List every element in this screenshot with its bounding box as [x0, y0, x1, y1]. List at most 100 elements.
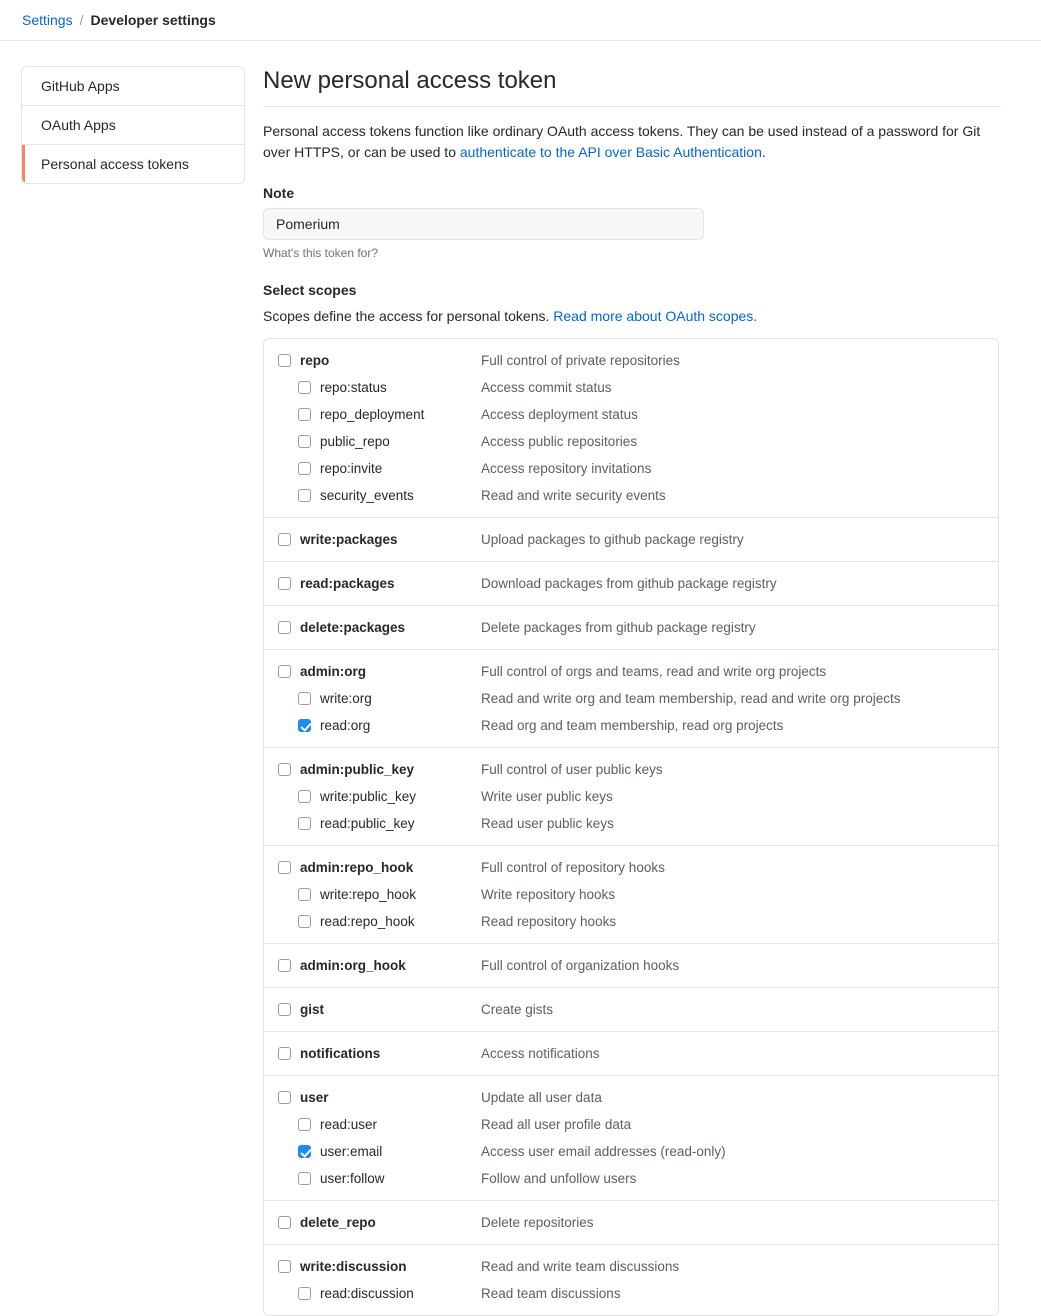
scope-description: Access notifications: [481, 1046, 600, 1061]
scope-label: read:user: [320, 1117, 378, 1132]
sidebar-item-label: OAuth Apps: [41, 117, 116, 133]
scope-row[interactable]: write:org Read and write org and team mem…: [264, 685, 998, 712]
scope-row[interactable]: user Update all user data: [264, 1084, 998, 1111]
scope-group: admin:repo_hook Full control of repositor…: [264, 846, 998, 944]
scope-group: write:packages Upload packages to github …: [264, 518, 998, 562]
scope-checkbox-repo[interactable]: [278, 354, 291, 367]
scope-checkbox-user-email[interactable]: [298, 1145, 311, 1158]
scope-row[interactable]: delete:packages Delete packages from gith…: [264, 614, 998, 641]
scope-label: read:public_key: [320, 816, 415, 831]
scope-checkbox-read-public-key[interactable]: [298, 817, 311, 830]
scope-checkbox-write-org[interactable]: [298, 692, 311, 705]
note-input[interactable]: [263, 208, 704, 240]
scope-description: Follow and unfollow users: [481, 1171, 637, 1186]
scope-row[interactable]: read:packages Download packages from gith…: [264, 570, 998, 597]
scope-row[interactable]: repo:status Access commit status: [264, 374, 998, 401]
scope-checkbox-read-packages[interactable]: [278, 577, 291, 590]
scope-label: admin:org_hook: [300, 958, 406, 973]
scope-checkbox-write-discussion[interactable]: [278, 1260, 291, 1273]
scope-row[interactable]: read:repo_hook Read repository hooks: [264, 908, 998, 935]
scope-checkbox-public-repo[interactable]: [298, 435, 311, 448]
oauth-scopes-doc-link[interactable]: Read more about OAuth scopes.: [553, 308, 757, 324]
scope-description: Full control of user public keys: [481, 762, 663, 777]
scope-name-cell: read:org: [264, 716, 481, 735]
scope-description: Read all user profile data: [481, 1117, 632, 1132]
scope-row[interactable]: repo:invite Access repository invitations: [264, 455, 998, 482]
select-scopes-heading: Select scopes: [263, 282, 357, 298]
scope-checkbox-repo-invite[interactable]: [298, 462, 311, 475]
scope-row[interactable]: admin:public_key Full control of user pub…: [264, 756, 998, 783]
note-label: Note: [263, 185, 295, 201]
scope-checkbox-security-events[interactable]: [298, 489, 311, 502]
scope-label: gist: [300, 1002, 325, 1017]
sidebar-item-personal-access-tokens[interactable]: Personal access tokens: [22, 145, 244, 183]
scope-row[interactable]: read:org Read org and team membership, re…: [264, 712, 998, 739]
scope-checkbox-read-repo-hook[interactable]: [298, 915, 311, 928]
scope-label: write:packages: [300, 532, 398, 547]
scope-row[interactable]: repo_deployment Access deployment status: [264, 401, 998, 428]
scope-label: notifications: [300, 1046, 381, 1061]
scope-description: Access commit status: [481, 380, 612, 395]
scope-row[interactable]: read:user Read all user profile data: [264, 1111, 998, 1138]
scope-row[interactable]: write:repo_hook Write repository hooks: [264, 881, 998, 908]
scope-checkbox-gist[interactable]: [278, 1003, 291, 1016]
scope-row[interactable]: delete_repo Delete repositories: [264, 1209, 998, 1236]
note-hint: What's this token for?: [263, 246, 379, 260]
scope-checkbox-write-public-key[interactable]: [298, 790, 311, 803]
scope-row[interactable]: write:discussion Read and write team disc…: [264, 1253, 998, 1280]
scope-checkbox-admin-repo-hook[interactable]: [278, 861, 291, 874]
scope-row[interactable]: admin:org Full control of orgs and teams,…: [264, 658, 998, 685]
scope-description: Full control of orgs and teams, read and…: [481, 664, 827, 679]
scope-checkbox-notifications[interactable]: [278, 1047, 291, 1060]
scope-label: write:discussion: [300, 1259, 407, 1274]
scope-row[interactable]: admin:repo_hook Full control of repositor…: [264, 854, 998, 881]
scope-group: gist Create gists: [264, 988, 998, 1032]
basic-auth-doc-link[interactable]: authenticate to the API over Basic Authe…: [460, 144, 762, 160]
scope-name-cell: user:follow: [264, 1169, 481, 1188]
scope-description: Access user email addresses (read-only): [481, 1144, 726, 1159]
scope-description: Write repository hooks: [481, 887, 616, 902]
scope-description: Delete repositories: [481, 1215, 594, 1230]
scope-row[interactable]: repo Full control of private repositories: [264, 347, 998, 374]
scope-checkbox-read-org[interactable]: [298, 719, 311, 732]
scope-description: Download packages from github package re…: [481, 576, 777, 591]
scope-checkbox-repo-deployment[interactable]: [298, 408, 311, 421]
scope-row[interactable]: gist Create gists: [264, 996, 998, 1023]
scope-row[interactable]: user:email Access user email addresses (r…: [264, 1138, 998, 1165]
scope-description: Full control of private repositories: [481, 353, 680, 368]
scope-checkbox-delete-packages[interactable]: [278, 621, 291, 634]
scope-label: repo:invite: [320, 461, 383, 476]
sidebar-item-github-apps[interactable]: GitHub Apps: [22, 67, 244, 106]
scope-row[interactable]: write:public_key Write user public keys: [264, 783, 998, 810]
scope-row[interactable]: public_repo Access public repositories: [264, 428, 998, 455]
scope-row[interactable]: notifications Access notifications: [264, 1040, 998, 1067]
scope-checkbox-admin-public-key[interactable]: [278, 763, 291, 776]
scope-checkbox-delete-repo[interactable]: [278, 1216, 291, 1229]
scope-checkbox-repo-status[interactable]: [298, 381, 311, 394]
scope-checkbox-admin-org-hook[interactable]: [278, 959, 291, 972]
sidebar-item-oauth-apps[interactable]: OAuth Apps: [22, 106, 244, 145]
scope-name-cell: delete_repo: [264, 1213, 481, 1232]
scope-group: write:discussion Read and write team disc…: [264, 1245, 998, 1315]
scope-row[interactable]: write:packages Upload packages to github …: [264, 526, 998, 553]
scope-row[interactable]: user:follow Follow and unfollow users: [264, 1165, 998, 1192]
scope-checkbox-write-repo-hook[interactable]: [298, 888, 311, 901]
scope-description: Read and write security events: [481, 488, 666, 503]
scope-checkbox-write-packages[interactable]: [278, 533, 291, 546]
scope-label: repo_deployment: [320, 407, 425, 422]
scope-row[interactable]: security_events Read and write security e…: [264, 482, 998, 509]
scope-group: read:packages Download packages from gith…: [264, 562, 998, 606]
scopes-list: repo Full control of private repositories…: [263, 338, 999, 1316]
scope-description: Read team discussions: [481, 1286, 621, 1301]
breadcrumb-settings-link[interactable]: Settings: [22, 12, 73, 28]
scope-description: Read and write team discussions: [481, 1259, 680, 1274]
scope-checkbox-read-discussion[interactable]: [298, 1287, 311, 1300]
scope-checkbox-admin-org[interactable]: [278, 665, 291, 678]
scope-row[interactable]: read:discussion Read team discussions: [264, 1280, 998, 1307]
scope-row[interactable]: read:public_key Read user public keys: [264, 810, 998, 837]
scope-checkbox-read-user[interactable]: [298, 1118, 311, 1131]
scope-row[interactable]: admin:org_hook Full control of organizati…: [264, 952, 998, 979]
scope-checkbox-user-follow[interactable]: [298, 1172, 311, 1185]
scope-name-cell: write:discussion: [264, 1257, 481, 1276]
scope-checkbox-user[interactable]: [278, 1091, 291, 1104]
